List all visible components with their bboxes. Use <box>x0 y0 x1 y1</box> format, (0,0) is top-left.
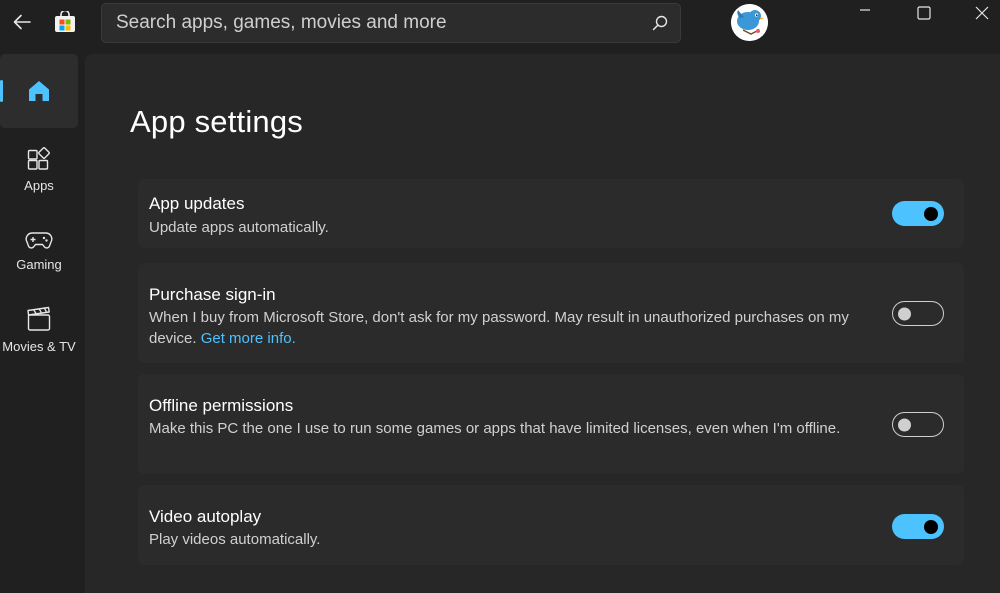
setting-description: Play videos automatically. <box>149 531 321 548</box>
search-icon[interactable] <box>640 4 680 42</box>
title-bar <box>0 0 1000 46</box>
setting-description: Update apps automatically. <box>149 219 329 236</box>
setting-card-offline-permissions: Offline permissions Make this PC the one… <box>138 374 964 474</box>
sidebar-item-label: Movies & TV <box>2 339 76 354</box>
toggle-knob <box>898 418 911 431</box>
sidebar-item-movies-tv[interactable]: Movies & TV <box>0 305 78 354</box>
sidebar-item-label: Apps <box>24 178 54 193</box>
active-indicator <box>0 80 3 102</box>
toggle-knob <box>898 307 911 320</box>
setting-title: Offline permissions <box>149 396 294 415</box>
setting-card-app-updates: App updates Update apps automatically. <box>138 179 964 248</box>
sidebar-item-label: Gaming <box>16 257 62 272</box>
home-icon <box>29 81 49 101</box>
sidebar-item-apps[interactable]: Apps <box>0 146 78 193</box>
close-button[interactable] <box>953 0 1000 26</box>
toggle-knob <box>924 206 938 221</box>
maximize-button[interactable] <box>895 0 953 26</box>
sidebar-item-gaming[interactable]: Gaming <box>0 229 78 272</box>
minimize-button[interactable] <box>836 0 894 26</box>
bird-avatar-icon <box>731 4 768 41</box>
minimize-icon <box>860 9 870 11</box>
app-updates-toggle[interactable] <box>892 201 944 226</box>
setting-description: Make this PC the one I use to run some g… <box>149 420 841 437</box>
get-more-info-link[interactable]: Get more info. <box>201 330 296 347</box>
search-input[interactable] <box>116 12 640 34</box>
setting-card-video-autoplay: Video autoplay Play videos automatically… <box>138 485 964 565</box>
page-title: App settings <box>130 104 304 139</box>
avatar[interactable] <box>731 4 768 41</box>
setting-title: Purchase sign-in <box>149 285 276 304</box>
back-button[interactable] <box>10 10 34 34</box>
toggle-knob <box>924 519 938 534</box>
video-autoplay-toggle[interactable] <box>892 514 944 539</box>
close-icon <box>975 6 989 20</box>
gamepad-icon <box>25 232 53 249</box>
setting-title: App updates <box>149 194 245 213</box>
setting-card-purchase-sign-in: Purchase sign-in When I buy from Microso… <box>138 263 964 363</box>
offline-permissions-toggle[interactable] <box>892 412 944 437</box>
apps-icon <box>27 147 50 170</box>
clapperboard-icon <box>27 306 51 331</box>
search-box[interactable] <box>101 3 681 43</box>
sidebar: Apps Gaming Movies & TV <box>0 46 85 593</box>
purchase-sign-in-toggle[interactable] <box>892 301 944 326</box>
setting-title: Video autoplay <box>149 507 262 526</box>
main-content: App settings App updates Update apps aut… <box>85 54 1000 593</box>
sidebar-item-home[interactable] <box>0 54 78 128</box>
back-arrow-icon <box>13 14 31 30</box>
maximize-icon <box>917 6 931 20</box>
microsoft-store-logo <box>54 9 76 33</box>
setting-description: When I buy from Microsoft Store, don't a… <box>149 307 849 349</box>
